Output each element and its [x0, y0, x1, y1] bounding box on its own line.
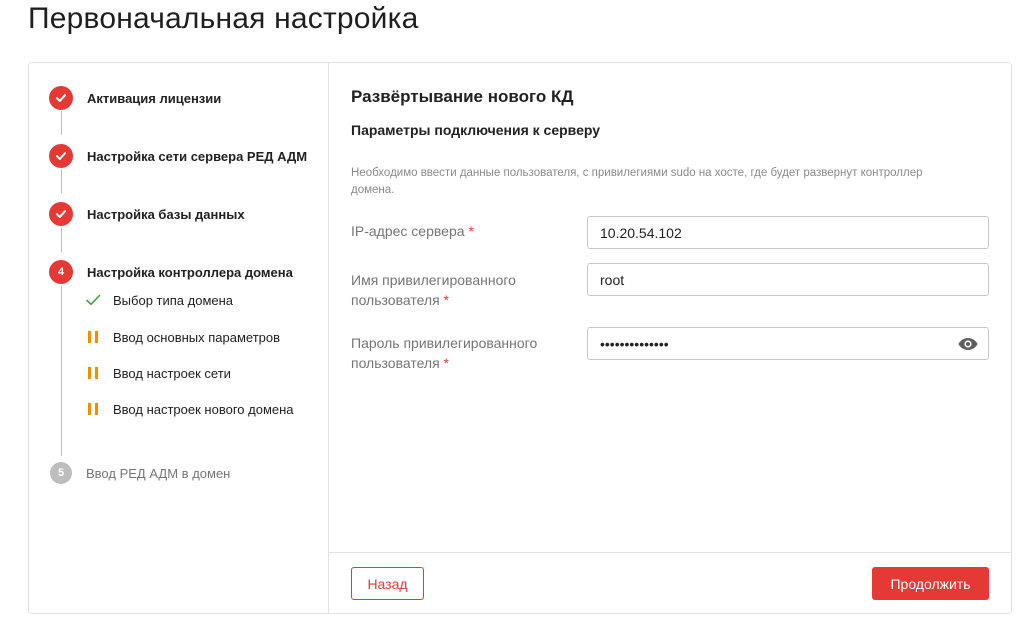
step-label: Активация лицензии [87, 90, 222, 106]
continue-button[interactable]: Продолжить [872, 567, 989, 600]
substep-basic-params[interactable]: Ввод основных параметров [83, 329, 280, 345]
step-number-badge: 5 [50, 462, 72, 484]
required-mark: * [443, 292, 449, 308]
substep-new-domain-settings[interactable]: Ввод настроек нового домена [83, 401, 294, 417]
step-database-setup[interactable]: Настройка базы данных [49, 202, 245, 226]
step-number-badge: 4 [49, 260, 73, 284]
check-icon [56, 152, 66, 160]
check-icon [83, 292, 103, 308]
stepper-connector [61, 228, 62, 252]
username-input[interactable] [587, 263, 989, 296]
substep-domain-type[interactable]: Выбор типа домена [83, 292, 233, 308]
step-license-activation[interactable]: Активация лицензии [49, 86, 221, 110]
step-network-setup[interactable]: Настройка сети сервера РЕД АДМ [49, 144, 307, 168]
stepper-connector [61, 169, 62, 193]
pause-icon [83, 365, 103, 381]
step-label: Настройка контроллера домена [87, 264, 293, 280]
password-label: Пароль привилегированного пользователя * [351, 335, 538, 371]
step-join-domain[interactable]: 5 Ввод РЕД АДМ в домен [49, 462, 230, 484]
step-domain-controller-setup[interactable]: 4 Настройка контроллера домена [49, 260, 293, 284]
section-title: Развёртывание нового КД [351, 87, 574, 106]
substep-label: Ввод настроек сети [113, 365, 231, 381]
back-button[interactable]: Назад [351, 567, 424, 600]
eye-icon[interactable] [957, 335, 979, 353]
pause-icon [83, 401, 103, 417]
check-icon [56, 210, 66, 218]
stepper-connector [61, 111, 62, 135]
setup-stepper: Активация лицензии Настройка сети сервер… [29, 63, 329, 613]
step-done-badge [49, 86, 73, 110]
substep-label: Ввод настроек нового домена [113, 401, 294, 417]
step-label: Настройка сети сервера РЕД АДМ [87, 148, 308, 164]
page-title: Первоначальная настройка [28, 2, 419, 35]
step-label: Ввод РЕД АДМ в домен [86, 465, 231, 481]
required-mark: * [443, 355, 449, 371]
step-content: Развёртывание нового КД Параметры подклю… [329, 63, 1011, 552]
step-number: 4 [57, 266, 65, 278]
password-input[interactable] [587, 327, 989, 360]
pause-icon [83, 329, 103, 345]
stepper-connector [61, 286, 62, 456]
form-hint: Необходимо ввести данные пользователя, с… [351, 167, 923, 196]
check-icon [56, 94, 66, 102]
substep-label: Ввод основных параметров [113, 329, 281, 345]
required-mark: * [468, 223, 474, 239]
step-done-badge [49, 202, 73, 226]
step-done-badge [49, 144, 73, 168]
subsection-title: Параметры подключения к серверу [351, 122, 601, 138]
setup-card: Активация лицензии Настройка сети сервер… [28, 62, 1012, 614]
ip-address-input[interactable] [587, 216, 989, 249]
step-number: 5 [57, 467, 65, 479]
ip-label: IP-адрес сервера * [351, 223, 474, 239]
substep-network-settings[interactable]: Ввод настроек сети [83, 365, 231, 381]
card-footer: Назад Продолжить [329, 552, 1011, 615]
username-label: Имя привилегированного пользователя * [351, 272, 516, 308]
step-label: Настройка базы данных [87, 206, 245, 222]
substep-label: Выбор типа домена [113, 292, 234, 308]
